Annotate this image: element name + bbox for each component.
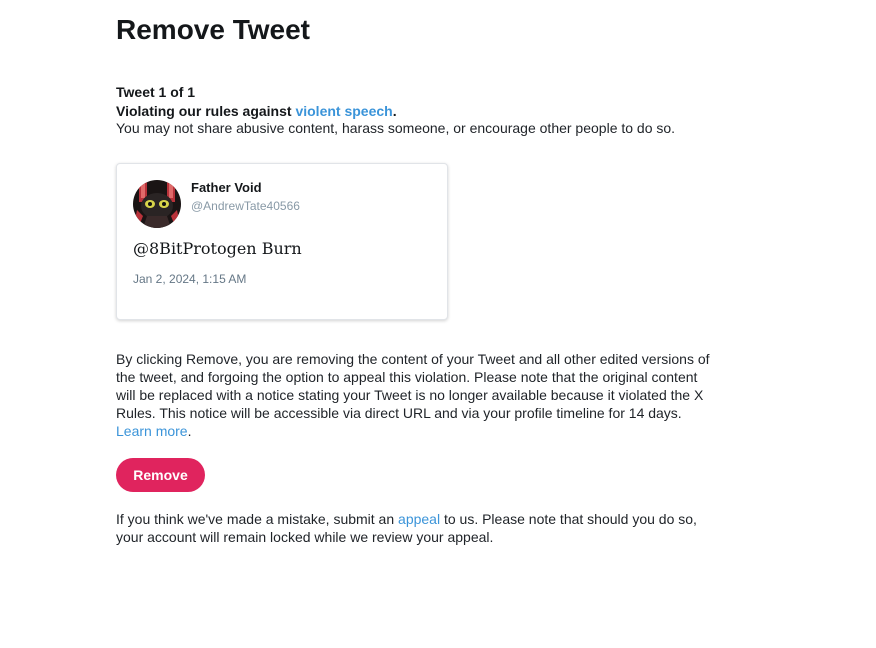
violation-suffix: . (392, 103, 397, 119)
tweet-counter: Tweet 1 of 1 (116, 84, 196, 100)
violation-line: Violating our rules against violent spee… (116, 103, 397, 120)
avatar-image-icon (133, 180, 181, 228)
violation-prefix: Violating our rules against (116, 103, 296, 119)
explanation-text: By clicking Remove, you are removing the… (116, 351, 710, 421)
learn-more-link[interactable]: Learn more (116, 423, 188, 439)
page-title: Remove Tweet (116, 14, 310, 45)
remove-button[interactable]: Remove (116, 458, 205, 492)
appeal-notice: If you think we've made a mistake, submi… (116, 510, 706, 546)
violent-speech-link[interactable]: violent speech (295, 103, 392, 119)
explanation-end: . (187, 423, 192, 439)
tweet-text: @8BitProtogen Burn (133, 239, 302, 258)
appeal-prefix: If you think we've made a mistake, submi… (116, 511, 399, 527)
tweet-timestamp: Jan 2, 2024, 1:15 AM (133, 272, 247, 286)
appeal-link[interactable]: appeal (398, 511, 440, 527)
rule-description: You may not share abusive content, haras… (116, 120, 676, 136)
tweet-card: Father Void @AndrewTate40566 @8BitProtog… (116, 163, 448, 320)
avatar (133, 180, 181, 228)
display-name: Father Void (191, 180, 262, 195)
user-handle: @AndrewTate40566 (191, 199, 300, 213)
remove-explanation: By clicking Remove, you are removing the… (116, 350, 712, 440)
